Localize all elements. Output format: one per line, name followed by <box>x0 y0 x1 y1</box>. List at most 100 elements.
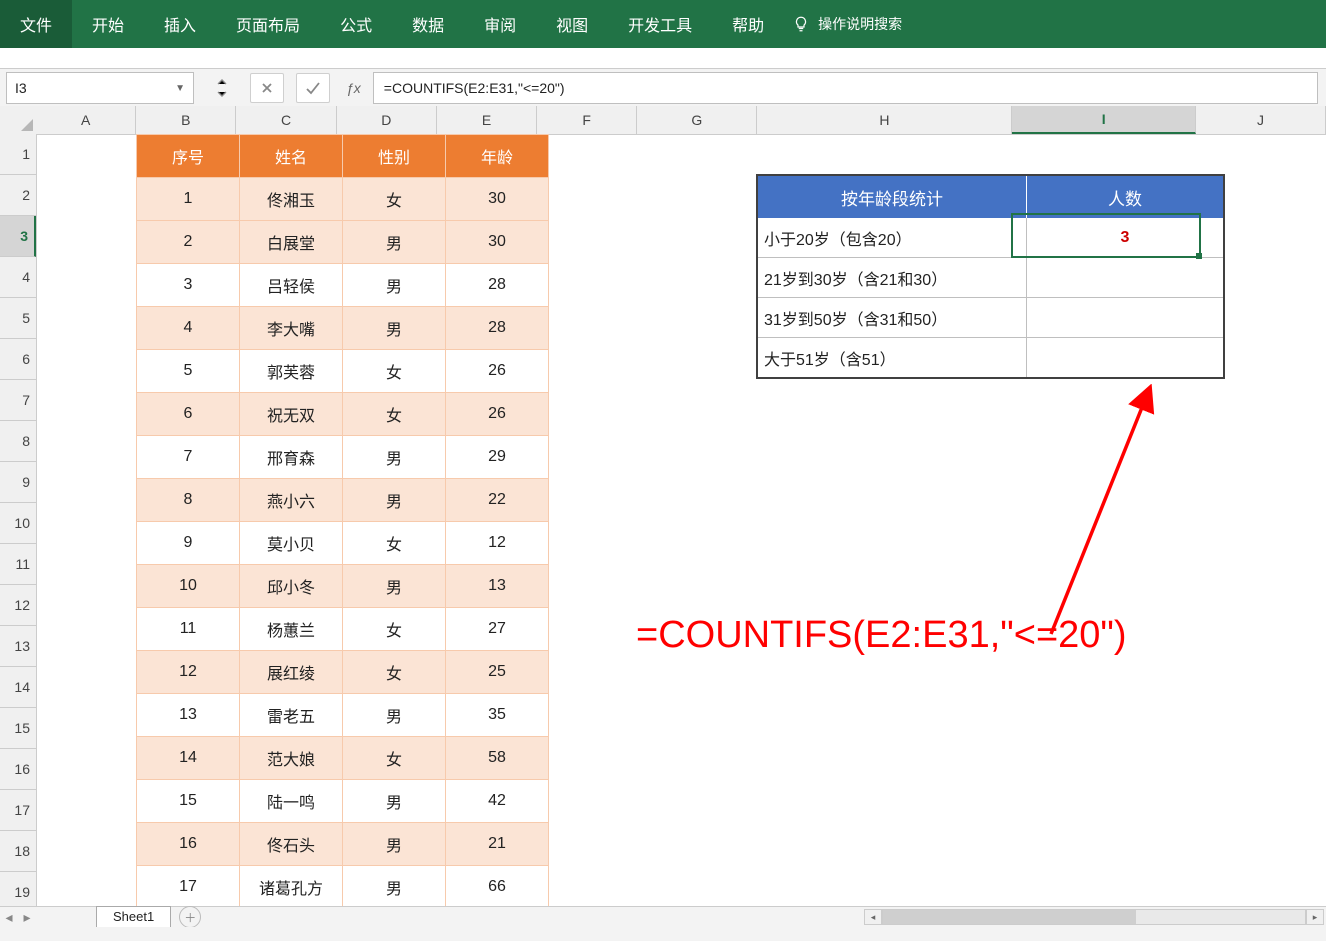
data-cell[interactable]: 女 <box>343 522 446 565</box>
ribbon-tab-3[interactable]: 公式 <box>320 0 392 48</box>
ribbon-tab-0[interactable]: 开始 <box>72 0 144 48</box>
data-cell[interactable]: 8 <box>137 479 240 522</box>
ribbon-tab-8[interactable]: 帮助 <box>712 0 784 48</box>
select-all-corner[interactable] <box>0 106 37 135</box>
ribbon-tab-4[interactable]: 数据 <box>392 0 464 48</box>
scroll-thumb[interactable] <box>883 910 1136 924</box>
formula-bar[interactable]: =COUNTIFS(E2:E31,"<=20") <box>373 72 1318 104</box>
data-cell[interactable]: 男 <box>343 823 446 866</box>
data-cell[interactable]: 男 <box>343 866 446 908</box>
data-cell[interactable]: 13 <box>137 694 240 737</box>
data-cell[interactable]: 范大娘 <box>240 737 343 780</box>
data-cell[interactable]: 佟湘玉 <box>240 178 343 221</box>
row-header-6[interactable]: 6 <box>0 339 36 380</box>
data-cell[interactable]: 29 <box>446 436 549 479</box>
data-cell[interactable]: 吕轻侯 <box>240 264 343 307</box>
data-cell[interactable]: 4 <box>137 307 240 350</box>
scroll-left-button[interactable]: ◂ <box>864 909 882 925</box>
data-cell[interactable]: 雷老五 <box>240 694 343 737</box>
row-header-4[interactable]: 4 <box>0 257 36 298</box>
expand-icon[interactable] <box>206 74 238 102</box>
data-cell[interactable]: 3 <box>137 264 240 307</box>
row-header-2[interactable]: 2 <box>0 175 36 216</box>
data-cell[interactable]: 11 <box>137 608 240 651</box>
horizontal-scrollbar[interactable]: ◂ ▸ <box>864 909 1324 925</box>
data-cell[interactable]: 13 <box>446 565 549 608</box>
row-header-17[interactable]: 17 <box>0 790 36 831</box>
data-cell[interactable]: 35 <box>446 694 549 737</box>
data-cell[interactable]: 12 <box>446 522 549 565</box>
sheet-nav-prev[interactable]: ◂ <box>0 908 18 926</box>
ribbon-tab-file[interactable]: 文件 <box>0 0 72 48</box>
data-cell[interactable]: 10 <box>137 565 240 608</box>
summary-label[interactable]: 大于51岁（含51） <box>757 338 1027 379</box>
ribbon-tab-7[interactable]: 开发工具 <box>608 0 712 48</box>
column-header-A[interactable]: A <box>36 106 136 134</box>
data-cell[interactable]: 28 <box>446 264 549 307</box>
summary-value[interactable] <box>1027 298 1225 338</box>
data-cell[interactable]: 15 <box>137 780 240 823</box>
sheet-nav-next[interactable]: ▸ <box>18 908 36 926</box>
data-cell[interactable]: 男 <box>343 479 446 522</box>
scroll-right-button[interactable]: ▸ <box>1306 909 1324 925</box>
data-cell[interactable]: 杨蕙兰 <box>240 608 343 651</box>
data-cell[interactable]: 26 <box>446 393 549 436</box>
data-cell[interactable]: 7 <box>137 436 240 479</box>
data-cell[interactable]: 展红绫 <box>240 651 343 694</box>
row-header-10[interactable]: 10 <box>0 503 36 544</box>
data-cell[interactable]: 25 <box>446 651 549 694</box>
data-cell[interactable]: 2 <box>137 221 240 264</box>
data-cell[interactable]: 女 <box>343 737 446 780</box>
ribbon-tab-1[interactable]: 插入 <box>144 0 216 48</box>
data-cell[interactable]: 男 <box>343 565 446 608</box>
row-header-7[interactable]: 7 <box>0 380 36 421</box>
data-cell[interactable]: 26 <box>446 350 549 393</box>
data-cell[interactable]: 28 <box>446 307 549 350</box>
column-header-E[interactable]: E <box>437 106 537 134</box>
fx-icon[interactable]: ƒx <box>342 80 365 96</box>
data-cell[interactable]: 邱小冬 <box>240 565 343 608</box>
data-cell[interactable]: 男 <box>343 264 446 307</box>
data-cell[interactable]: 30 <box>446 221 549 264</box>
row-header-19[interactable]: 19 <box>0 872 36 907</box>
data-cell[interactable]: 诸葛孔方 <box>240 866 343 908</box>
data-cell[interactable]: 6 <box>137 393 240 436</box>
data-cell[interactable]: 白展堂 <box>240 221 343 264</box>
add-sheet-button[interactable]: ＋ <box>179 906 201 928</box>
row-header-11[interactable]: 11 <box>0 544 36 585</box>
summary-value[interactable] <box>1027 258 1225 298</box>
sheet-tab[interactable]: Sheet1 <box>96 906 171 929</box>
data-cell[interactable]: 女 <box>343 608 446 651</box>
data-cell[interactable]: 女 <box>343 393 446 436</box>
row-header-15[interactable]: 15 <box>0 708 36 749</box>
worksheet-grid[interactable]: ABCDEFGHIJ 12345678910111213141516171819… <box>0 106 1326 907</box>
data-cell[interactable]: 男 <box>343 436 446 479</box>
column-header-D[interactable]: D <box>337 106 437 134</box>
row-header-1[interactable]: 1 <box>0 134 36 175</box>
data-cell[interactable]: 男 <box>343 307 446 350</box>
column-header-G[interactable]: G <box>637 106 757 134</box>
data-cell[interactable]: 27 <box>446 608 549 651</box>
data-cell[interactable]: 佟石头 <box>240 823 343 866</box>
row-header-3[interactable]: 3 <box>0 216 36 257</box>
ribbon-tab-6[interactable]: 视图 <box>536 0 608 48</box>
row-header-5[interactable]: 5 <box>0 298 36 339</box>
data-cell[interactable]: 66 <box>446 866 549 908</box>
data-cell[interactable]: 5 <box>137 350 240 393</box>
data-cell[interactable]: 1 <box>137 178 240 221</box>
data-cell[interactable]: 李大嘴 <box>240 307 343 350</box>
data-cell[interactable]: 男 <box>343 694 446 737</box>
row-header-9[interactable]: 9 <box>0 462 36 503</box>
data-cell[interactable]: 邢育森 <box>240 436 343 479</box>
data-cell[interactable]: 9 <box>137 522 240 565</box>
data-cell[interactable]: 58 <box>446 737 549 780</box>
data-cell[interactable]: 22 <box>446 479 549 522</box>
data-cell[interactable]: 12 <box>137 651 240 694</box>
summary-value[interactable]: 3 <box>1027 218 1225 258</box>
data-cell[interactable]: 17 <box>137 866 240 908</box>
column-header-I[interactable]: I <box>1012 106 1196 134</box>
data-cell[interactable]: 陆一鸣 <box>240 780 343 823</box>
data-cell[interactable]: 21 <box>446 823 549 866</box>
data-cell[interactable]: 女 <box>343 651 446 694</box>
data-cell[interactable]: 郭芙蓉 <box>240 350 343 393</box>
